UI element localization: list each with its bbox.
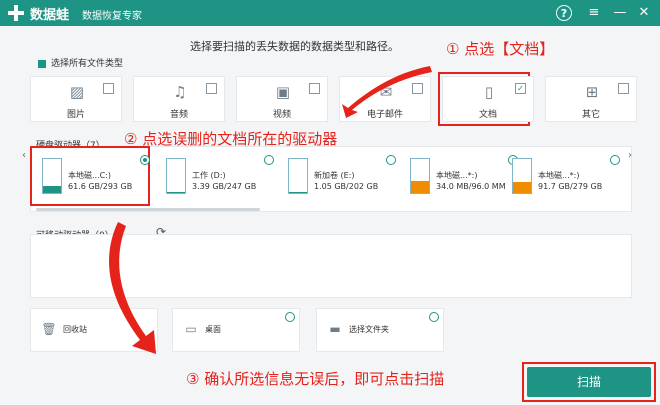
callout-step-2: ② 点选误删的文档所在的驱动器 <box>124 130 338 148</box>
callout-step-3: ③ 确认所选信息无误后，即可点击扫描 <box>186 370 445 388</box>
arrow-to-scan <box>109 222 156 354</box>
annotation-arrows <box>109 66 432 354</box>
arrow-to-drive <box>342 66 432 118</box>
callout-step-1: ① 点选【文档】 <box>446 40 555 58</box>
